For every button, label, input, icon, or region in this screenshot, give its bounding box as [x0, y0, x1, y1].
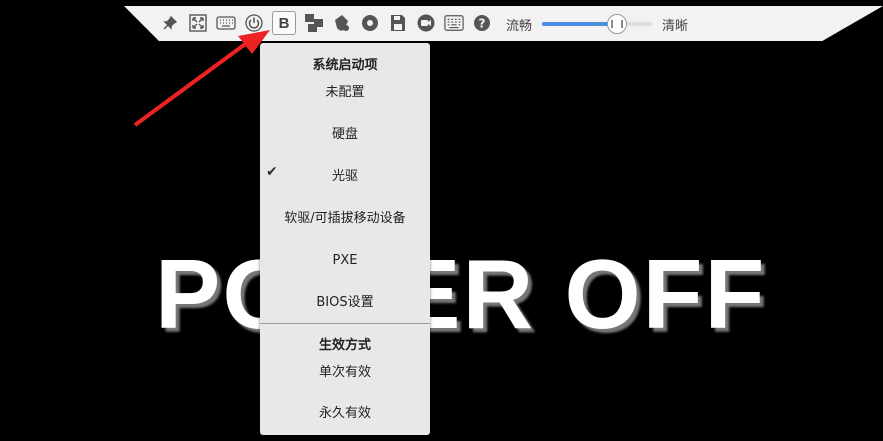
quality-smooth-label: 流畅 — [506, 18, 533, 34]
menu-item-not-configured[interactable]: 未配置 — [260, 83, 430, 103]
menu-item-floppy-removable[interactable]: 软驱/可插拔移动设备 — [260, 209, 430, 229]
menu-item-once[interactable]: 单次有效 — [260, 363, 430, 383]
menu-separator — [260, 323, 430, 324]
menu-item-bios-setup[interactable]: BIOS设置 — [260, 293, 430, 313]
ctrl-alt-del-icon[interactable] — [304, 13, 324, 33]
menu-item-hard-disk[interactable]: 硬盘 — [260, 125, 430, 145]
quality-slider[interactable] — [542, 14, 653, 34]
slider-knob[interactable] — [606, 14, 627, 34]
video-quality-control: 流畅 清晰 — [506, 14, 688, 34]
menu-item-cdrom[interactable]: 光驱 — [260, 167, 430, 187]
virtual-keyboard-icon[interactable] — [444, 13, 464, 33]
slider-fill — [542, 22, 617, 26]
save-icon[interactable] — [388, 13, 408, 33]
help-icon[interactable]: ? — [472, 13, 492, 33]
red-arrow-annotation — [133, 30, 270, 127]
record-icon[interactable] — [360, 13, 380, 33]
effect-mode-section-title: 生效方式 — [318, 338, 371, 353]
boot-options-menu: 系统启动项 未配置 硬盘 ✔ 光驱 软驱/可插拔移动设备 PXE BIOS设置 … — [260, 43, 430, 435]
boot-icon-letter: B — [278, 14, 290, 32]
menu-item-pxe[interactable]: PXE — [260, 251, 430, 271]
video-icon[interactable] — [416, 13, 436, 33]
mouse-icon[interactable] — [332, 13, 352, 33]
power-off-text: POWER OFF — [155, 239, 767, 349]
menu-item-permanent[interactable]: 永久有效 — [260, 404, 430, 424]
boot-device-section-title: 系统启动项 — [312, 58, 378, 73]
quality-clear-label: 清晰 — [662, 18, 689, 34]
svg-text:?: ? — [479, 17, 486, 31]
